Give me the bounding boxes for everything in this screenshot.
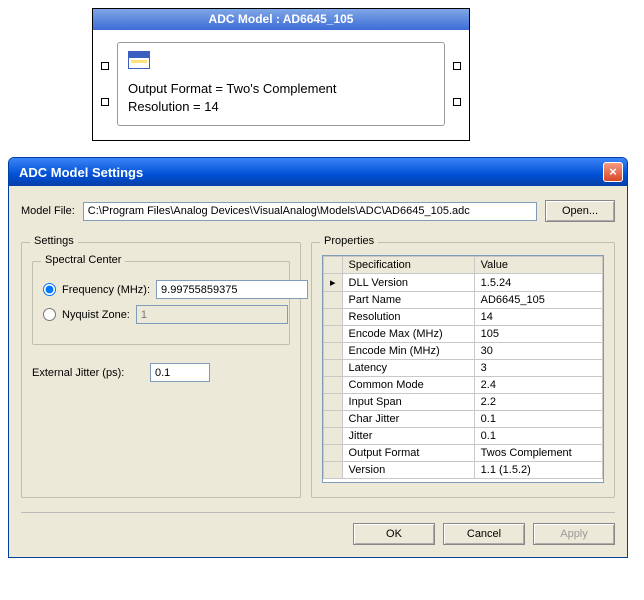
window-icon	[128, 51, 150, 69]
spec-cell: Common Mode	[342, 377, 474, 394]
col-specification[interactable]: Specification	[342, 257, 474, 274]
spectral-legend: Spectral Center	[41, 254, 125, 266]
value-cell: 14	[474, 309, 602, 326]
frequency-label: Frequency (MHz):	[62, 284, 150, 296]
table-row[interactable]: Common Mode2.4	[324, 377, 603, 394]
spec-cell: Part Name	[342, 292, 474, 309]
ok-button[interactable]: OK	[353, 523, 435, 545]
table-row[interactable]: Part NameAD6645_105	[324, 292, 603, 309]
frequency-radio[interactable]	[43, 283, 56, 296]
table-row[interactable]: Output FormatTwos Complement	[324, 445, 603, 462]
value-cell: 1.1 (1.5.2)	[474, 462, 602, 479]
spec-cell: Encode Max (MHz)	[342, 326, 474, 343]
table-row[interactable]: Char Jitter0.1	[324, 411, 603, 428]
spec-cell: Resolution	[342, 309, 474, 326]
resolution-text: Resolution = 14	[128, 98, 434, 116]
adc-model-title: ADC Model : AD6645_105	[93, 9, 469, 30]
model-file-field[interactable]	[83, 202, 537, 221]
input-ports	[101, 42, 109, 126]
spec-cell: Version	[342, 462, 474, 479]
row-indicator: ▸	[324, 274, 343, 292]
properties-grid[interactable]: Specification Value ▸DLL Version1.5.24Pa…	[322, 255, 604, 483]
spectral-center-group: Spectral Center Frequency (MHz): Nyquist…	[32, 261, 290, 345]
row-indicator	[324, 411, 343, 428]
value-cell: 105	[474, 326, 602, 343]
row-header-blank	[324, 257, 343, 274]
value-cell: AD6645_105	[474, 292, 602, 309]
apply-button[interactable]: Apply	[533, 523, 615, 545]
titlebar[interactable]: ADC Model Settings ×	[9, 158, 627, 186]
value-cell: 3	[474, 360, 602, 377]
settings-group: Settings Spectral Center Frequency (MHz)…	[21, 242, 301, 498]
value-cell: 1.5.24	[474, 274, 602, 292]
nyquist-label: Nyquist Zone:	[62, 309, 130, 321]
value-cell: 2.4	[474, 377, 602, 394]
adc-model-settings-dialog: ADC Model Settings × Model File: Open...…	[8, 157, 628, 558]
nyquist-field	[136, 305, 288, 324]
table-row[interactable]: Latency3	[324, 360, 603, 377]
col-value[interactable]: Value	[474, 257, 602, 274]
frequency-field[interactable]	[156, 280, 308, 299]
external-jitter-field[interactable]	[150, 363, 210, 382]
table-row[interactable]: Version1.1 (1.5.2)	[324, 462, 603, 479]
settings-legend: Settings	[30, 235, 78, 247]
close-button[interactable]: ×	[603, 162, 623, 182]
row-indicator	[324, 394, 343, 411]
open-button[interactable]: Open...	[545, 200, 615, 222]
dialog-title: ADC Model Settings	[19, 165, 603, 180]
properties-group: Properties Specification Value ▸DLL Vers…	[311, 242, 615, 498]
spec-cell: Jitter	[342, 428, 474, 445]
table-row[interactable]: Encode Max (MHz)105	[324, 326, 603, 343]
value-cell: 2.2	[474, 394, 602, 411]
model-file-label: Model File:	[21, 205, 75, 217]
table-row[interactable]: Input Span2.2	[324, 394, 603, 411]
row-indicator	[324, 360, 343, 377]
adc-model-block: ADC Model : AD6645_105 Output Format = T…	[92, 8, 470, 141]
external-jitter-label: External Jitter (ps):	[32, 367, 140, 379]
nyquist-radio[interactable]	[43, 308, 56, 321]
properties-legend: Properties	[320, 235, 378, 247]
row-indicator	[324, 292, 343, 309]
spec-cell: Latency	[342, 360, 474, 377]
row-indicator	[324, 428, 343, 445]
value-cell: Twos Complement	[474, 445, 602, 462]
row-indicator	[324, 343, 343, 360]
table-row[interactable]: ▸DLL Version1.5.24	[324, 274, 603, 292]
row-indicator	[324, 309, 343, 326]
output-ports	[453, 42, 461, 126]
row-indicator	[324, 377, 343, 394]
spec-cell: Input Span	[342, 394, 474, 411]
spec-cell: Output Format	[342, 445, 474, 462]
cancel-button[interactable]: Cancel	[443, 523, 525, 545]
table-row[interactable]: Resolution14	[324, 309, 603, 326]
table-row[interactable]: Encode Min (MHz)30	[324, 343, 603, 360]
adc-model-info: Output Format = Two's Complement Resolut…	[117, 42, 445, 126]
value-cell: 0.1	[474, 428, 602, 445]
spec-cell: Encode Min (MHz)	[342, 343, 474, 360]
row-indicator	[324, 462, 343, 479]
spec-cell: Char Jitter	[342, 411, 474, 428]
row-indicator	[324, 326, 343, 343]
output-format-text: Output Format = Two's Complement	[128, 80, 434, 98]
table-row[interactable]: Jitter0.1	[324, 428, 603, 445]
value-cell: 0.1	[474, 411, 602, 428]
value-cell: 30	[474, 343, 602, 360]
spec-cell: DLL Version	[342, 274, 474, 292]
row-indicator	[324, 445, 343, 462]
